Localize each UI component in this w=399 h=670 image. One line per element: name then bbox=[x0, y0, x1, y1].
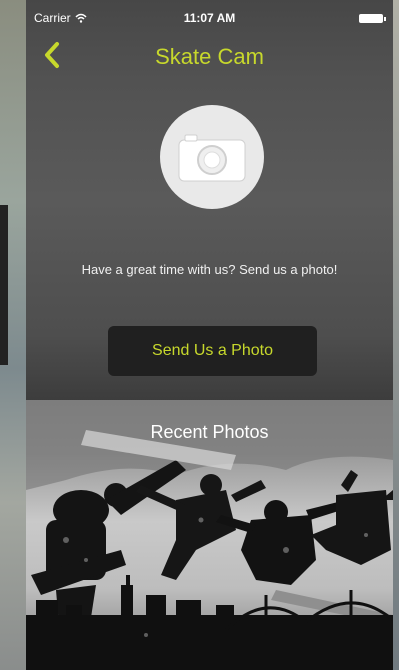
background-left-strip bbox=[0, 0, 26, 670]
camera-button[interactable] bbox=[160, 105, 264, 209]
send-photo-button[interactable]: Send Us a Photo bbox=[108, 326, 317, 376]
status-bar: Carrier 11:07 AM bbox=[26, 8, 393, 32]
photo-prompt-text: Have a great time with us? Send us a pho… bbox=[81, 262, 338, 277]
page-title: Skate Cam bbox=[155, 44, 264, 69]
battery-icon bbox=[359, 14, 386, 23]
app-screen: Carrier 11:07 AM Skate Cam Have a great … bbox=[26, 0, 393, 670]
navigation-bar: Skate Cam bbox=[26, 32, 393, 82]
status-time: 11:07 AM bbox=[183, 11, 236, 25]
recent-photos-title: Recent Photos bbox=[150, 422, 269, 442]
background-right-strip bbox=[393, 0, 399, 670]
camera-icon bbox=[178, 134, 246, 182]
background-dark-block bbox=[0, 205, 8, 365]
recent-photos-section: Recent Photos bbox=[26, 400, 393, 670]
